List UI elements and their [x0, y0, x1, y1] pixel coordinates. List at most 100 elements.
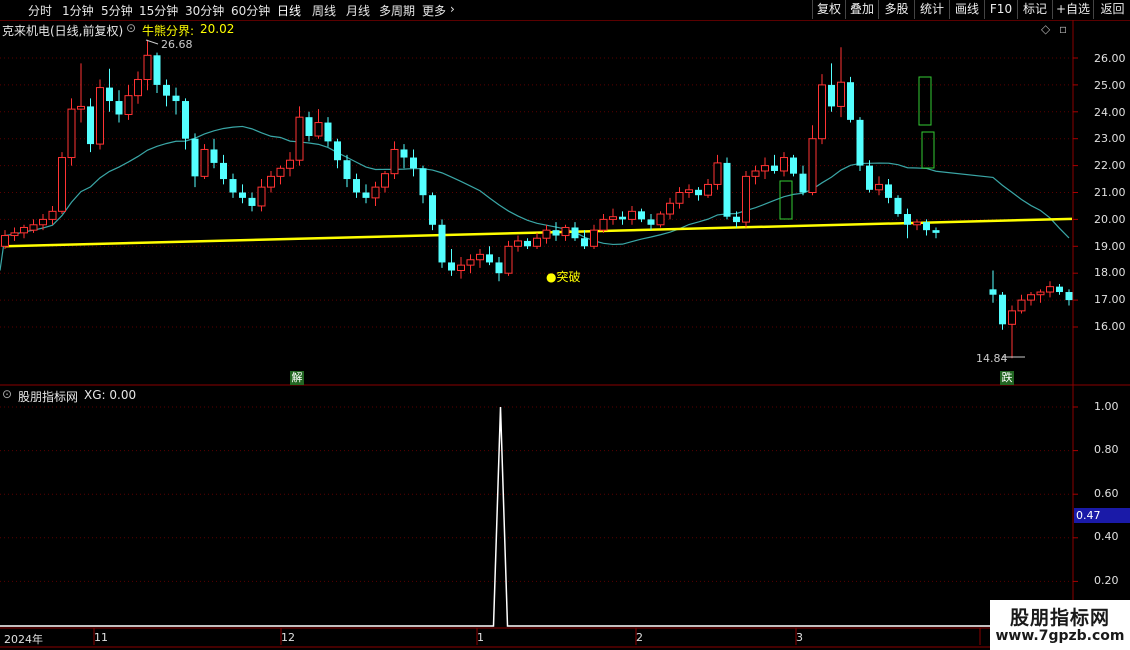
- candle: [723, 157, 731, 220]
- candle: [410, 149, 417, 177]
- candle: [67, 98, 76, 166]
- candle: [343, 154, 351, 188]
- candle: [818, 74, 826, 145]
- price-tick: 25.00: [1094, 79, 1126, 92]
- candle: [533, 232, 541, 249]
- candle: [191, 133, 199, 188]
- xg-value: XG: 0.00: [84, 388, 137, 402]
- price-tick: 19.00: [1094, 240, 1126, 253]
- candle: [153, 52, 161, 93]
- candle: [666, 197, 674, 220]
- candle: [1, 230, 9, 249]
- candle: [894, 195, 902, 217]
- candle: [371, 181, 380, 206]
- kline-chart[interactable]: [0, 0, 1130, 650]
- candle: [799, 165, 807, 196]
- candle: [742, 170, 750, 228]
- candle: [571, 222, 579, 241]
- watermark-title: 股朋指标网: [1009, 607, 1110, 629]
- candle: [561, 224, 570, 241]
- candle: [790, 154, 797, 177]
- stock-title: 克来机电(日线,前复权): [2, 24, 124, 38]
- diamond-icon[interactable]: ◇: [1041, 22, 1050, 36]
- candle: [932, 227, 940, 239]
- candle: [542, 224, 551, 244]
- candle: [1008, 305, 1016, 359]
- breakout-label: ●突破: [546, 270, 581, 284]
- ma-series: [0, 125, 1070, 271]
- candle: [276, 165, 285, 185]
- candle: [771, 154, 778, 174]
- candle: [295, 106, 304, 166]
- candle: [675, 187, 684, 209]
- candle: [419, 165, 427, 204]
- highlight-candle: [918, 76, 932, 126]
- candle: [172, 87, 180, 115]
- candle: [904, 208, 911, 239]
- candle: [647, 214, 655, 231]
- candle: [581, 230, 588, 249]
- candle: [552, 222, 560, 241]
- candle: [124, 84, 133, 120]
- candle: [96, 79, 104, 150]
- window-icon[interactable]: ▫: [1059, 22, 1067, 36]
- candle: [638, 208, 645, 223]
- candle: [220, 154, 227, 185]
- candle: [1056, 283, 1063, 295]
- candle: [514, 235, 522, 252]
- candle: [885, 179, 892, 204]
- breakout-text: 突破: [556, 270, 581, 284]
- moving-average-line: [0, 125, 1070, 271]
- candle: [182, 98, 189, 150]
- watermark-url: www.7gpzb.com: [995, 628, 1125, 644]
- xg-signal-line: [0, 406, 1073, 627]
- lower-toggle-icon[interactable]: ⊙: [2, 387, 12, 401]
- candle: [314, 109, 323, 139]
- lower-tick: 0.20: [1094, 574, 1119, 587]
- low-label: 14.84: [976, 352, 1008, 365]
- candle: [248, 192, 256, 212]
- candle: [695, 187, 702, 201]
- candle: [257, 179, 266, 212]
- lower-current-value: 0.47: [1074, 508, 1130, 523]
- price-tick: 22.00: [1094, 159, 1126, 172]
- lower-tick: 0.40: [1094, 530, 1119, 543]
- candle: [504, 240, 513, 276]
- candle: [989, 270, 997, 303]
- candle: [229, 173, 237, 198]
- candle: [1027, 292, 1035, 306]
- candle: [390, 141, 399, 180]
- candle: [619, 211, 626, 225]
- candle: [143, 39, 152, 91]
- candle: [751, 165, 760, 185]
- price-tick: 17.00: [1094, 293, 1126, 306]
- date-tick: 2024年: [4, 633, 43, 646]
- candle: [267, 170, 275, 193]
- candle: [438, 219, 446, 268]
- date-tick: 3: [796, 631, 803, 644]
- candlesticks: [1, 39, 1073, 359]
- candle: [1046, 281, 1054, 298]
- candle: [200, 144, 209, 180]
- highlight-candle: [921, 131, 935, 169]
- candle: [353, 173, 360, 198]
- candle: [828, 63, 835, 112]
- price-tick: 18.00: [1094, 266, 1126, 279]
- candle: [609, 208, 617, 225]
- candle: [77, 63, 85, 123]
- candle: [856, 117, 864, 171]
- candle: [381, 170, 389, 193]
- candle: [656, 211, 665, 228]
- candle: [115, 90, 123, 123]
- candle: [524, 238, 531, 249]
- indicator-name: 牛熊分界:: [142, 24, 195, 38]
- date-tick: 12: [281, 631, 295, 644]
- candle: [163, 79, 170, 107]
- candle: [1065, 289, 1073, 306]
- date-tick: 1: [477, 631, 484, 644]
- candle: [448, 248, 455, 276]
- xg-signal-series: [0, 406, 1073, 627]
- candle: [495, 257, 503, 282]
- indicator-toggle-icon[interactable]: ⊙: [126, 21, 136, 35]
- candle: [1017, 294, 1026, 314]
